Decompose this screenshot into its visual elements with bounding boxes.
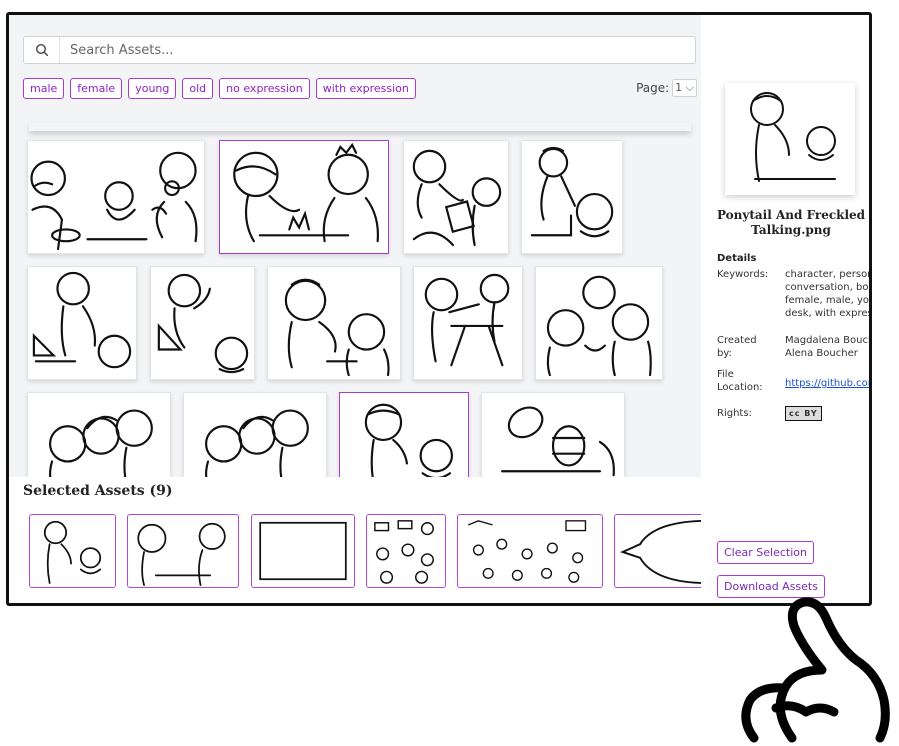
pagination: Page: 1 ⌵ [636, 79, 697, 97]
file-location-link[interactable]: https://github.com [785, 378, 869, 389]
asset-thumbnail[interactable] [267, 266, 401, 380]
asset-thumbnail[interactable] [521, 140, 623, 254]
keywords-label: Keywords: [717, 269, 769, 280]
file-location-label: File Location: [717, 369, 763, 393]
pointer-hand-icon [741, 597, 890, 743]
page-label: Page: [636, 81, 670, 95]
cc-license-badge[interactable]: cc BY [785, 406, 822, 421]
asset-thumbnail[interactable] [403, 140, 509, 254]
keywords-value: character, person, conversation, boy, fe… [785, 269, 872, 319]
search-icon[interactable] [24, 37, 60, 63]
asset-preview [725, 83, 855, 195]
asset-thumbnail-selected[interactable] [219, 140, 389, 254]
preview-title: Ponytail And Freckled Talking.png [716, 208, 866, 237]
clear-selection-button[interactable]: Clear Selection [717, 541, 814, 564]
asset-grid-area: male female young old no expression with… [9, 15, 701, 477]
asset-thumbnail[interactable] [150, 266, 255, 380]
search-bar [23, 36, 696, 64]
created-by-value: Magdalena Bouch Alena Boucher [785, 335, 872, 359]
created-by-label: Created by: [717, 335, 757, 359]
tag-female[interactable]: female [70, 78, 123, 99]
asset-thumbnail[interactable] [481, 392, 625, 477]
grid-divider [29, 123, 691, 131]
asset-thumbnail[interactable] [183, 392, 327, 477]
rights-label: Rights: [717, 408, 752, 419]
tag-with-expression[interactable]: with expression [315, 78, 416, 99]
asset-thumbnail-selected[interactable] [339, 392, 469, 477]
app-frame: male female young old no expression with… [6, 12, 872, 606]
asset-detail-panel: Ponytail And Freckled Talking.png Detail… [701, 15, 872, 603]
selected-assets-title: Selected Assets (9) [23, 483, 173, 499]
asset-thumbnail[interactable] [535, 266, 663, 380]
asset-browser: male female young old no expression with… [9, 15, 709, 603]
selected-asset[interactable] [366, 514, 446, 588]
rights-value: cc BY [785, 406, 869, 421]
asset-thumbnail[interactable] [413, 266, 523, 380]
tag-no-expression[interactable]: no expression [219, 78, 310, 99]
selected-asset[interactable] [457, 514, 603, 588]
asset-thumbnail[interactable] [27, 392, 171, 477]
file-location-value: https://github.com [785, 377, 869, 390]
selected-asset[interactable] [29, 514, 116, 588]
details-heading: Details [717, 253, 757, 264]
asset-thumbnail[interactable] [27, 266, 137, 380]
selected-asset[interactable] [127, 514, 239, 588]
search-input[interactable] [60, 37, 695, 63]
selected-asset[interactable] [251, 514, 355, 588]
selected-asset[interactable] [614, 514, 709, 588]
tag-young[interactable]: young [128, 78, 177, 99]
asset-thumbnail[interactable] [27, 140, 205, 254]
tag-filters: male female young old no expression with… [23, 78, 416, 99]
tag-old[interactable]: old [182, 78, 214, 99]
page-select[interactable]: 1 ⌵ [672, 79, 697, 97]
tag-male[interactable]: male [23, 78, 65, 99]
